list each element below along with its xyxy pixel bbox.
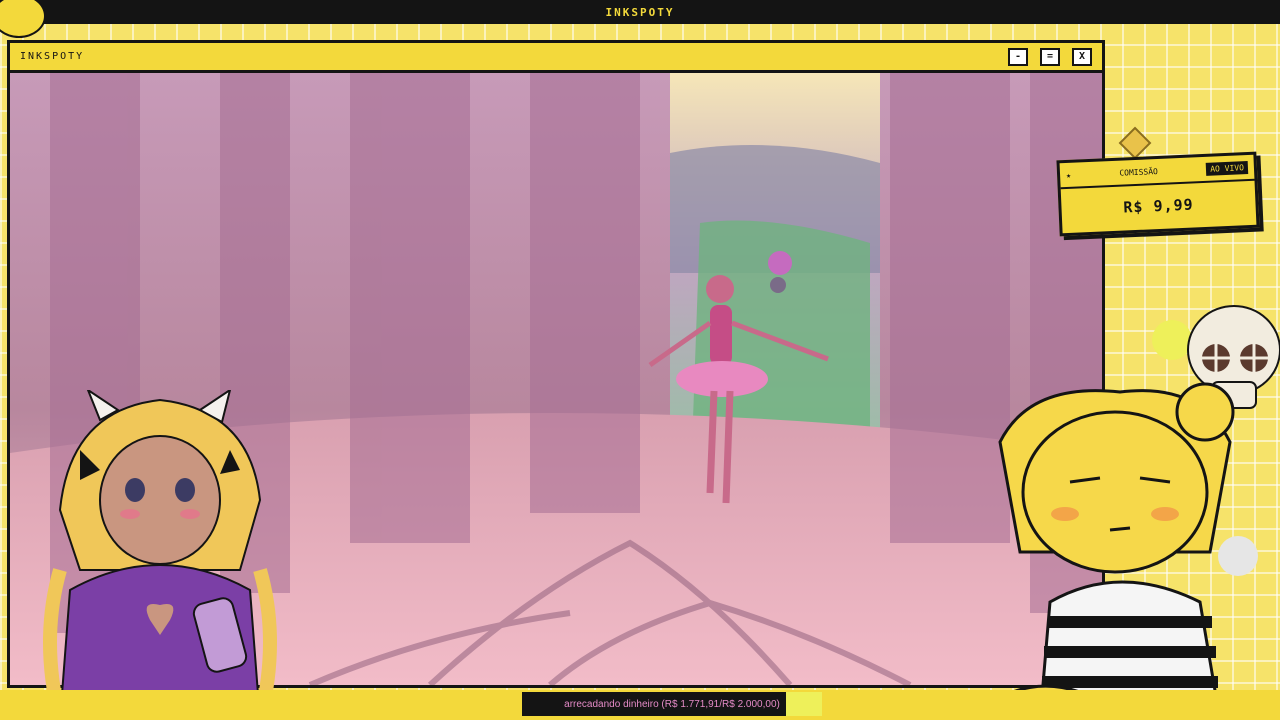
commission-card[interactable]: ★ COMISSÃO AO VIVO R$ 9,99 — [1056, 151, 1260, 237]
top-bar: INKSPOTY — [0, 0, 1280, 24]
commission-header: ★ COMISSÃO AO VIVO — [1059, 154, 1255, 190]
live-badge: AO VIVO — [1205, 160, 1249, 176]
maximize-button[interactable]: = — [1040, 47, 1060, 66]
star-icon: ★ — [1065, 170, 1072, 180]
diamond-icon — [1118, 126, 1152, 160]
left-avatar-illustration — [43, 390, 277, 720]
commission-price: R$ 9,99 — [1123, 195, 1194, 217]
minimize-button[interactable]: - — [1008, 47, 1028, 66]
app-title: INKSPOTY — [605, 5, 675, 19]
close-button[interactable]: X — [1072, 47, 1092, 66]
donation-goal-bar: arrecadando dinheiro (R$ 1.771,91/R$ 2.0… — [522, 692, 822, 716]
commission-label: COMISSÃO — [1119, 166, 1159, 178]
right-avatar-illustration — [967, 382, 1235, 720]
deco-circle-top — [0, 0, 46, 38]
window-title: INKSPOTY — [20, 51, 85, 62]
goal-text: arrecadando dinheiro (R$ 1.771,91/R$ 2.0… — [564, 698, 780, 710]
window-titlebar[interactable]: INKSPOTY - = X — [10, 43, 1102, 73]
